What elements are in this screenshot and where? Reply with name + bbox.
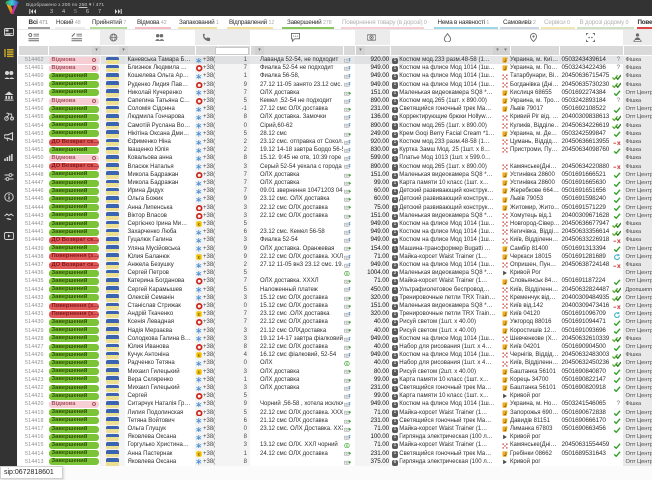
svg-text:lc: lc [198,370,201,374]
svg-text:lc: lc [198,255,201,259]
svg-text:lc: lc [198,354,201,358]
svg-text:lc: lc [198,452,201,456]
svg-text:lc: lc [198,223,201,227]
svg-text:lc: lc [198,313,201,317]
